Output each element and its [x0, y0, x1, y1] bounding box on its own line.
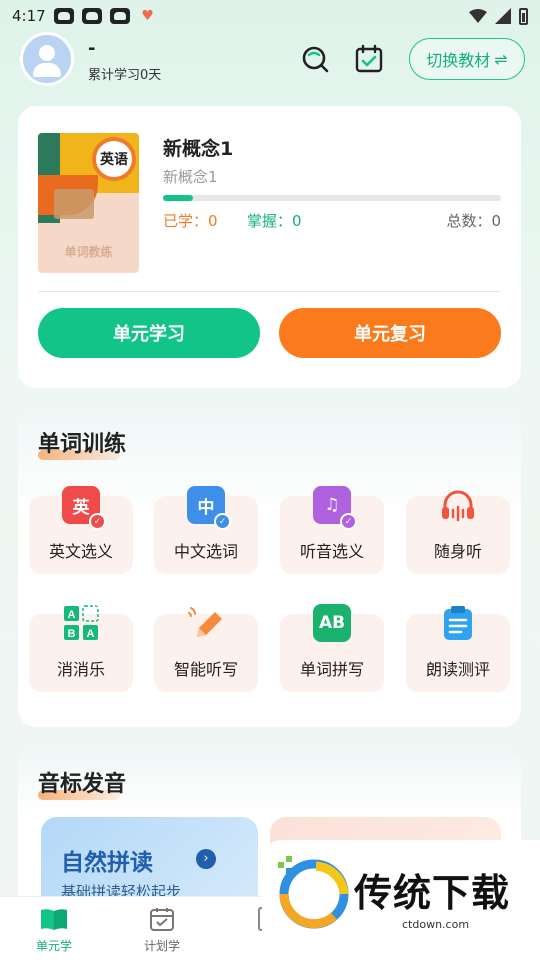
- svg-text:A: A: [68, 609, 76, 621]
- divider: [38, 291, 501, 292]
- training-portable-listen[interactable]: 随身听: [406, 490, 510, 574]
- chevron-right-icon: ›: [196, 849, 216, 869]
- banner-title: 自然拼读: [61, 850, 153, 876]
- tile-label: 朗读测评: [425, 660, 490, 679]
- app-notification-icon: [81, 8, 102, 24]
- english-choose-icon: 英 ✓: [62, 486, 106, 530]
- mastered-count: 掌握：0: [247, 212, 302, 230]
- tile-label: 英文选义: [48, 542, 113, 561]
- swap-icon: ⇌: [494, 49, 508, 69]
- training-smart-dictation[interactable]: 智能听写: [154, 607, 258, 692]
- training-chinese-choose[interactable]: 中 ✓ 中文选词: [154, 486, 258, 574]
- training-match-game[interactable]: A B A 消消乐: [29, 605, 133, 692]
- cover-title: 单词教练: [64, 245, 113, 259]
- training-listen-choose[interactable]: ♫ ✓ 听音选义: [280, 486, 384, 574]
- heart-notification-icon: ♥: [141, 8, 154, 24]
- learning-progress-bar: [163, 195, 501, 201]
- word-training-section: 单词训练 英 ✓ 英文选义 中 ✓ 中文选词 ♫ ✓ 听音选义 随身听 A B …: [18, 406, 521, 727]
- calendar-checkin-icon[interactable]: [354, 44, 384, 74]
- book-icon: [41, 909, 67, 930]
- tile-label: 听音选义: [299, 542, 364, 561]
- unit-study-button[interactable]: 单元学习: [38, 308, 260, 358]
- section-title: 单词训练: [38, 432, 127, 457]
- avatar[interactable]: [20, 32, 74, 86]
- training-english-choose[interactable]: 英 ✓ 英文选义: [29, 486, 133, 574]
- calendar-plan-icon: [150, 908, 174, 931]
- app-notification-icon: [53, 8, 74, 24]
- book-name: 新概念1: [163, 138, 234, 160]
- total-count: 总数：0: [446, 212, 501, 230]
- watermark-text: 传统下载: [354, 871, 511, 915]
- training-read-aloud[interactable]: 朗读测评: [406, 606, 510, 692]
- section-title: 音标发音: [38, 772, 127, 797]
- nav-plan-study[interactable]: 计划学: [122, 897, 202, 960]
- clipboard-icon: [444, 606, 472, 640]
- status-time: 4:17: [12, 7, 46, 25]
- app-notification-icon: [109, 8, 130, 24]
- switch-textbook-label: 切换教材: [426, 51, 491, 70]
- textbook-card: 英语 单词教练 新概念1 新概念1 已学：0 掌握：0 总数：0 单元学习 单元…: [18, 106, 521, 388]
- spelling-icon: AB: [313, 604, 351, 642]
- chinese-choose-icon: 中 ✓: [187, 486, 231, 530]
- book-subtitle: 新概念1: [163, 168, 218, 186]
- tile-label: 中文选词: [173, 542, 238, 561]
- nav-unit-study[interactable]: 单元学: [14, 897, 94, 960]
- book-cover[interactable]: 英语 单词教练: [38, 133, 139, 273]
- user-name: -: [88, 38, 96, 59]
- nav-label: 计划学: [143, 939, 180, 953]
- match-game-icon: A B A: [64, 605, 99, 640]
- tile-label: 消消乐: [56, 660, 105, 679]
- tile-label: 智能听写: [173, 660, 238, 679]
- svg-text:B: B: [68, 628, 76, 640]
- tile-label: 随身听: [433, 542, 482, 561]
- svg-text:A: A: [87, 628, 95, 640]
- unit-review-button[interactable]: 单元复习: [279, 308, 501, 358]
- tile-label: 单词拼写: [299, 660, 364, 679]
- battery-icon: [519, 7, 528, 25]
- header: - 累计学习0天 切换教材 ⇌: [0, 32, 540, 92]
- nav-label: 单元学: [35, 939, 72, 953]
- switch-textbook-button[interactable]: 切换教材 ⇌: [409, 38, 525, 80]
- learned-count: 已学：0: [163, 212, 218, 230]
- watermark-logo: [278, 856, 349, 929]
- signal-icon: [495, 8, 511, 24]
- watermark-url: ctdown.com: [402, 918, 470, 931]
- pencil-icon: [188, 607, 222, 637]
- listen-choose-icon: ♫ ✓: [313, 486, 357, 530]
- search-icon[interactable]: [300, 44, 330, 74]
- training-word-spelling[interactable]: AB 单词拼写: [280, 604, 384, 692]
- status-bar: 4:17 ♥: [0, 0, 540, 32]
- wifi-icon: [469, 9, 487, 23]
- study-days: 累计学习0天: [88, 68, 162, 83]
- headphone-icon: [442, 490, 474, 522]
- cover-badge: 英语: [92, 137, 136, 181]
- watermark: 传统下载 ctdown.com: [262, 840, 540, 940]
- progress-fill: [163, 195, 194, 201]
